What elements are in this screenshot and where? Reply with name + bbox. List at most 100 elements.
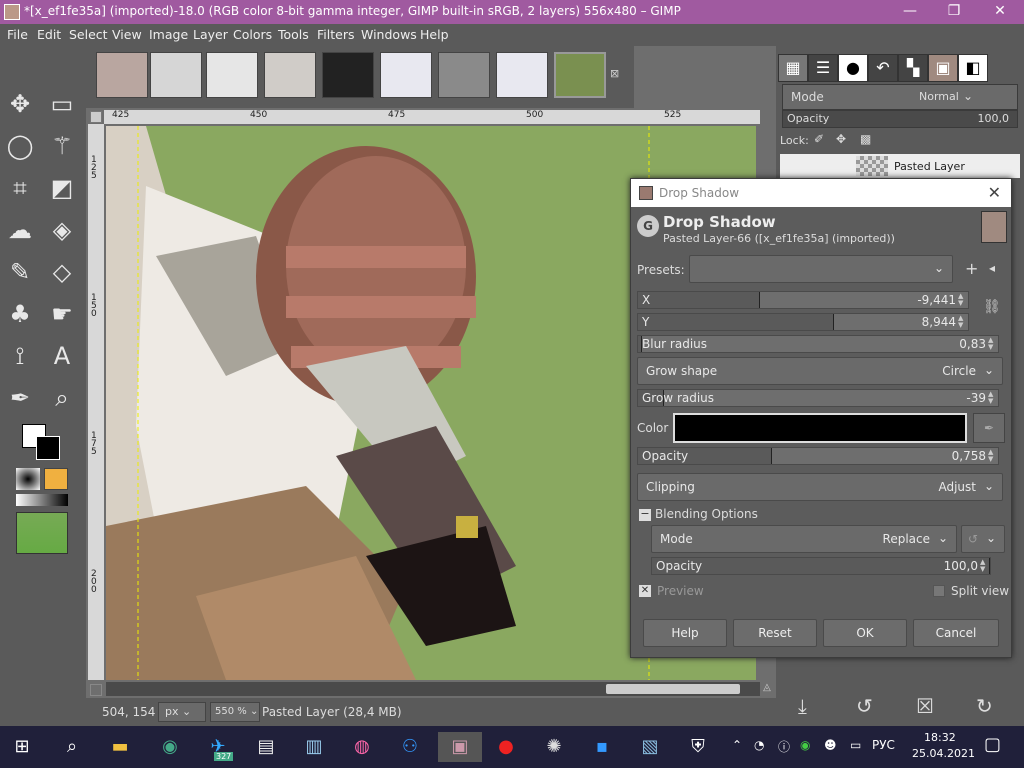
spin-arrows-icon[interactable]: ▲ ▼: [958, 315, 966, 329]
presets-combo[interactable]: ⌄: [689, 255, 953, 283]
menu-view[interactable]: View: [112, 27, 142, 42]
restore-icon[interactable]: ↻: [976, 694, 993, 718]
delete-icon[interactable]: ☒: [916, 694, 934, 718]
crop-icon[interactable]: ⌗: [2, 170, 38, 206]
image-tab-8[interactable]: [496, 52, 548, 98]
dialog-close-icon[interactable]: ✕: [988, 183, 1001, 202]
close-button[interactable]: ✕: [978, 0, 1022, 24]
monitor-icon[interactable]: ▥: [296, 732, 332, 762]
language-indicator[interactable]: РУС: [872, 738, 895, 752]
spin-arrows-icon[interactable]: ▲ ▼: [988, 449, 996, 463]
spin-arrows-icon[interactable]: ▲ ▼: [988, 337, 996, 351]
navigate-icon[interactable]: ◬: [760, 682, 774, 696]
preset-menu-icon[interactable]: ◂: [989, 261, 995, 275]
menu-colors[interactable]: Colors: [233, 27, 272, 42]
zoom-select[interactable]: 550 % ⌄: [210, 702, 260, 722]
pattern-tab-icon[interactable]: ▦: [778, 54, 808, 82]
preview-checkbox[interactable]: ✕: [639, 585, 651, 597]
paths-icon[interactable]: ⟟: [2, 338, 38, 374]
split-view-checkbox[interactable]: [933, 585, 945, 597]
fg-bg-tab-icon[interactable]: ◧: [958, 54, 988, 82]
image-tab-active[interactable]: [554, 52, 606, 98]
menu-select[interactable]: Select: [69, 27, 108, 42]
blur-radius-slider[interactable]: Blur radius 0,83 ▲ ▼: [637, 335, 999, 353]
shadow-opacity-slider[interactable]: Opacity 0,758 ▲ ▼: [637, 447, 999, 465]
close-tab-icon[interactable]: ⊠: [610, 68, 622, 80]
add-preset-icon[interactable]: +: [965, 259, 978, 278]
brush-tab-icon[interactable]: ●: [838, 54, 868, 82]
spin-arrows-icon[interactable]: ▲ ▼: [988, 391, 996, 405]
unit-select[interactable]: px ⌄: [158, 702, 206, 722]
menu-layer[interactable]: Layer: [193, 27, 228, 42]
search-icon[interactable]: ⌕: [54, 732, 90, 762]
image-tab-1[interactable]: [96, 52, 148, 98]
grow-shape-combo[interactable]: Grow shape Circle ⌄: [637, 357, 1003, 385]
shield-icon[interactable]: ⛨: [680, 732, 716, 762]
chrome-icon[interactable]: ◉: [152, 732, 188, 762]
save-icon[interactable]: ▪: [584, 732, 620, 762]
tray-network-icon[interactable]: ◔: [754, 738, 764, 752]
minimize-button[interactable]: —: [888, 0, 932, 24]
blend-opacity-slider[interactable]: Opacity 100,0 ▲ ▼: [651, 557, 991, 575]
collapse-blending-icon[interactable]: −: [639, 508, 651, 521]
menu-file[interactable]: File: [7, 27, 28, 42]
menu-edit[interactable]: Edit: [37, 27, 61, 42]
clone-icon[interactable]: ♣: [2, 296, 38, 332]
shadow-color-button[interactable]: [673, 413, 967, 443]
file-explorer-icon[interactable]: ▬: [102, 732, 138, 762]
tray-chevron-icon[interactable]: ⌃: [732, 738, 742, 752]
tray-app-icon[interactable]: ☻: [824, 738, 837, 752]
tray-info-icon[interactable]: ⓘ: [778, 738, 790, 755]
gimp-taskbar-icon[interactable]: ▣: [438, 732, 482, 762]
zoom-icon[interactable]: ⌕: [44, 380, 80, 416]
text-tool-icon[interactable]: A: [44, 338, 80, 374]
reset-icon[interactable]: ↺: [856, 694, 873, 718]
menu-filters[interactable]: Filters: [317, 27, 354, 42]
tray-status-icon[interactable]: ◉: [800, 738, 810, 752]
image-tab-6[interactable]: [380, 52, 432, 98]
image-thumbnail[interactable]: [16, 512, 68, 554]
background-color-swatch[interactable]: [36, 436, 60, 460]
menu-windows[interactable]: Windows: [361, 27, 417, 42]
pattern-preview-icon[interactable]: [44, 468, 68, 490]
photos-icon[interactable]: ▧: [632, 732, 668, 762]
undo-history-tab-icon[interactable]: ↶: [868, 54, 898, 82]
menu-image[interactable]: Image: [149, 27, 188, 42]
transform-icon[interactable]: ◩: [44, 170, 80, 206]
channels-tab-icon[interactable]: ▚: [898, 54, 928, 82]
move-tool-icon[interactable]: ✥: [2, 86, 38, 122]
image-tab-5[interactable]: [322, 52, 374, 98]
bucket-fill-icon[interactable]: ◈: [44, 212, 80, 248]
fuzzy-select-icon[interactable]: ⚚: [44, 128, 80, 164]
blend-mode-combo[interactable]: Mode Replace ⌄: [651, 525, 957, 553]
blend-space-combo[interactable]: ↺ ⌄: [961, 525, 1005, 553]
lock-position-icon[interactable]: ✥: [836, 132, 846, 146]
eyedropper-icon[interactable]: ✒: [973, 413, 1005, 443]
brush-preview-icon[interactable]: [16, 468, 40, 490]
image-tab-7[interactable]: [438, 52, 490, 98]
lock-pixels-icon[interactable]: ✐: [814, 132, 824, 146]
smudge-icon[interactable]: ☛: [44, 296, 80, 332]
menu-help[interactable]: Help: [420, 27, 449, 42]
spin-arrows-icon[interactable]: ▲ ▼: [980, 559, 988, 573]
paint-icon[interactable]: ◍: [344, 732, 380, 762]
image-tab-2[interactable]: [150, 52, 202, 98]
images-tab-icon[interactable]: ▣: [928, 54, 958, 82]
clock-time[interactable]: 18:32: [924, 731, 956, 744]
lasso-icon[interactable]: ◯: [2, 128, 38, 164]
help-button[interactable]: Help: [643, 619, 727, 647]
notifications-icon[interactable]: ▢: [984, 734, 1001, 755]
warp-icon[interactable]: ☁: [2, 212, 38, 248]
app-icon[interactable]: ⚇: [392, 732, 428, 762]
layer-row[interactable]: Pasted Layer: [780, 154, 1020, 178]
eraser-icon[interactable]: ◇: [44, 254, 80, 290]
image-tab-4[interactable]: [264, 52, 316, 98]
anchor-layer-icon[interactable]: ⤓: [798, 694, 807, 718]
horizontal-scrollbar[interactable]: [106, 682, 760, 696]
spin-arrows-icon[interactable]: ▲ ▼: [958, 293, 966, 307]
layer-mode-select[interactable]: Mode Normal ⌄: [782, 84, 1018, 110]
rect-select-icon[interactable]: ▭: [44, 86, 80, 122]
paintbrush-icon[interactable]: ✎: [2, 254, 38, 290]
grow-radius-slider[interactable]: Grow radius -39 ▲ ▼: [637, 389, 999, 407]
clock-date[interactable]: 25.04.2021: [912, 747, 975, 760]
